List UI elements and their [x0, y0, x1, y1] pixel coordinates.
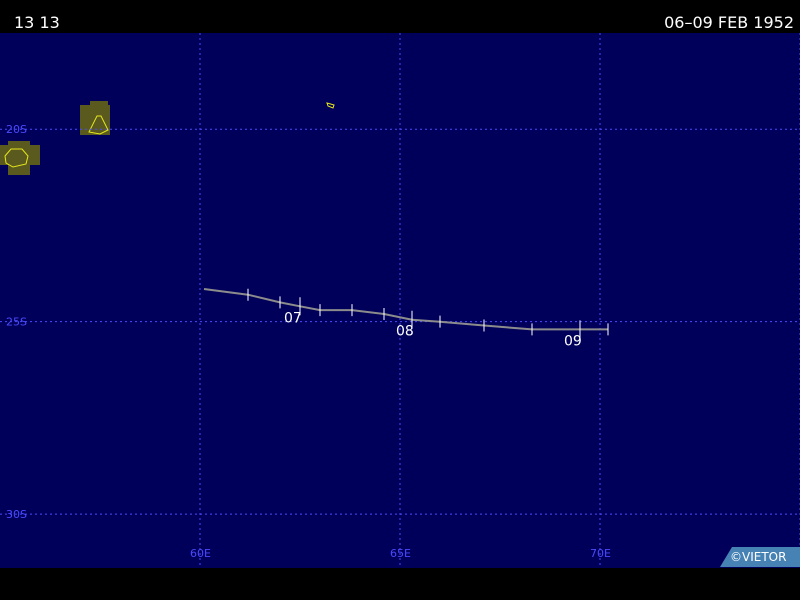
lon-label: 60E [190, 547, 211, 560]
date-range-label: 06–09 FEB 1952 [664, 13, 794, 32]
day-label: 07 [284, 310, 302, 326]
day-label: 08 [396, 324, 414, 340]
day-label: 09 [564, 333, 582, 349]
credit-badge: ©VIETOR [720, 547, 800, 567]
lon-label: 70E [590, 547, 611, 560]
island-mauritius [80, 101, 110, 135]
header-bar: 13 13 06–09 FEB 1952 [0, 0, 800, 33]
credit-text: ©VIETOR [730, 550, 787, 564]
storm-id-label: 13 13 [14, 13, 60, 32]
lat-label: 20S [6, 123, 27, 136]
lat-label: 25S [6, 316, 27, 329]
lon-label: 65E [390, 547, 411, 560]
track-map: 20S25S30S60E65E70E75E 070809 [0, 33, 800, 568]
lat-label: 30S [6, 508, 27, 521]
